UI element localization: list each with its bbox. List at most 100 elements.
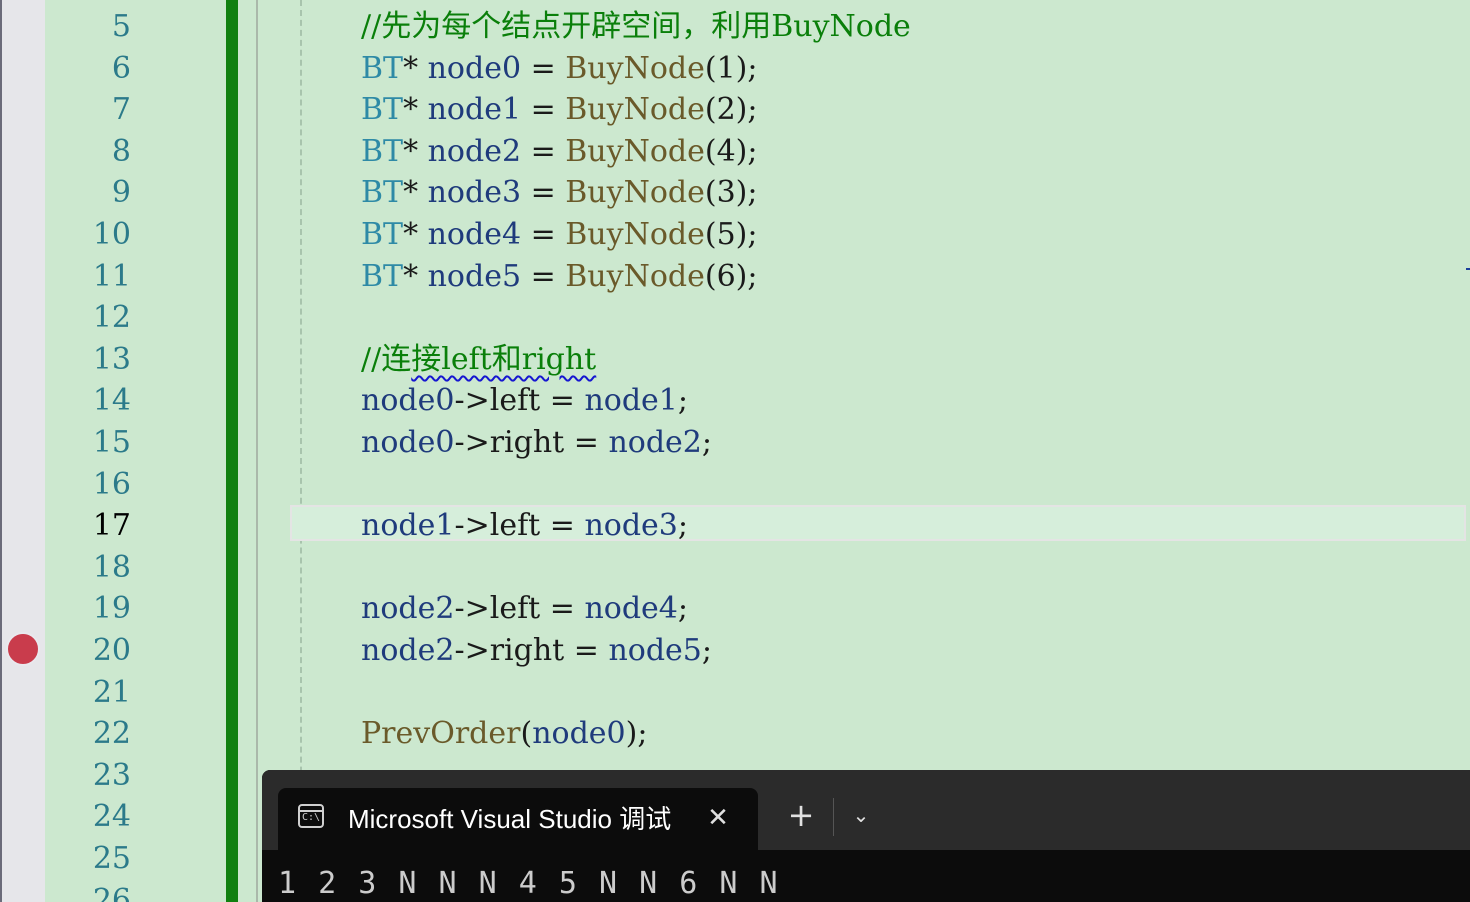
scroll-marker: [1466, 268, 1470, 270]
code-token: ;: [677, 591, 688, 627]
code-token: =: [521, 50, 566, 86]
code-token: =: [521, 92, 566, 128]
code-token: node4: [584, 591, 678, 627]
code-line[interactable]: node0->left = node1;: [361, 380, 688, 422]
line-number: 6: [111, 50, 131, 86]
code-token: BT: [361, 258, 404, 294]
line-number: 13: [92, 341, 131, 377]
terminal-tab-bar: C:\ Microsoft Visual Studio 调试 ✕ + ⌄: [262, 770, 1470, 850]
code-token: left: [489, 508, 541, 544]
code-token: *: [403, 258, 428, 294]
code-token: //先为每个结点开辟空间，利用BuyNode: [361, 9, 911, 44]
code-token: 接left和right: [411, 341, 597, 377]
code-line[interactable]: BT* node1 = BuyNode(2);: [361, 89, 757, 131]
gutter-separator: [256, 0, 258, 902]
code-token: (3);: [704, 175, 758, 211]
code-token: node2: [361, 633, 455, 668]
code-token: BuyNode: [565, 217, 705, 252]
breakpoint-margin[interactable]: [0, 0, 45, 902]
code-token: *: [403, 217, 428, 252]
line-number: 20: [92, 633, 131, 668]
line-number: 12: [92, 300, 131, 336]
code-token: node2: [361, 591, 455, 627]
debug-console-window[interactable]: C:\ Microsoft Visual Studio 调试 ✕ + ⌄ 1 2…: [262, 770, 1470, 902]
cmd-icon-label: C:\: [302, 812, 321, 823]
line-number: 5: [111, 9, 131, 44]
line-number: 24: [92, 799, 131, 835]
code-token: (6);: [704, 258, 758, 294]
code-token: *: [403, 50, 428, 86]
code-token: node1: [427, 92, 522, 128]
code-editor[interactable]: 5 6 7 8 9 10 11 12 13 14 15 16 17 18 19 20 21 22 23 24 25 26 …: [0, 0, 1470, 902]
cmd-icon: C:\: [298, 804, 324, 828]
code-token: );: [625, 716, 648, 752]
code-token: left: [489, 383, 541, 419]
line-number: 9: [111, 175, 131, 211]
code-token: node5: [608, 633, 702, 668]
code-line[interactable]: node0->right = node2;: [361, 422, 712, 464]
code-token: node1: [361, 508, 455, 544]
code-token: BuyNode: [565, 258, 705, 294]
code-token: BT: [361, 217, 404, 252]
code-token: (5);: [704, 217, 758, 252]
code-token: ;: [701, 633, 713, 668]
change-tracking-bar: [226, 0, 238, 902]
line-number: 15: [92, 425, 131, 460]
new-tab-button[interactable]: +: [784, 798, 818, 832]
code-line[interactable]: node1->left = node3;: [361, 505, 688, 547]
code-token: node0: [427, 50, 522, 86]
code-token: =: [521, 175, 566, 211]
code-line[interactable]: BT* node0 = BuyNode(1);: [361, 48, 757, 90]
code-token: ;: [677, 383, 688, 419]
line-number: 17: [92, 508, 131, 544]
code-token: BT: [361, 92, 404, 128]
code-token: =: [564, 633, 609, 668]
code-token: BT: [361, 175, 404, 211]
code-token: node2: [608, 425, 702, 460]
code-token: (2);: [704, 92, 758, 128]
code-token: =: [540, 383, 585, 419]
code-token: node1: [584, 383, 678, 419]
code-token: ->: [454, 508, 490, 544]
code-token: *: [403, 92, 428, 128]
code-line[interactable]: BT* node3 = BuyNode(3);: [361, 172, 757, 214]
line-number: 22: [92, 716, 131, 752]
console-output: 1 2 3 N N N 4 5 N N 6 N N: [278, 866, 780, 901]
line-number: 21: [92, 674, 131, 710]
code-token: BT: [361, 133, 404, 169]
code-token: =: [521, 258, 566, 294]
code-token: node0: [361, 383, 455, 419]
code-token: PrevOrder: [361, 716, 521, 752]
line-number: 11: [92, 258, 131, 294]
code-token: BuyNode: [565, 92, 705, 128]
code-line[interactable]: node2->left = node4;: [361, 588, 688, 630]
code-token: *: [403, 175, 428, 211]
code-token: BuyNode: [565, 50, 705, 86]
code-token: =: [564, 425, 609, 460]
terminal-tab[interactable]: C:\ Microsoft Visual Studio 调试 ✕: [278, 788, 758, 850]
code-token: =: [521, 133, 566, 169]
code-line[interactable]: PrevOrder(node0);: [361, 713, 647, 755]
line-number: 26: [92, 882, 131, 902]
chevron-down-icon[interactable]: ⌄: [846, 800, 876, 830]
code-line[interactable]: node2->right = node5;: [361, 630, 712, 672]
code-token: node5: [427, 258, 522, 294]
code-line[interactable]: //连接left和right: [361, 339, 596, 381]
code-line[interactable]: BT* node2 = BuyNode(4);: [361, 131, 757, 173]
code-line[interactable]: //先为每个结点开辟空间，利用BuyNode: [361, 6, 911, 48]
code-line[interactable]: BT* node4 = BuyNode(5);: [361, 214, 757, 256]
code-token: node2: [427, 133, 522, 169]
code-token: node0: [532, 716, 626, 752]
breakpoint-icon[interactable]: [6, 632, 40, 666]
code-token: ->: [454, 591, 490, 627]
code-token: ;: [701, 425, 713, 460]
code-token: BuyNode: [565, 133, 705, 169]
line-number: 7: [111, 92, 131, 128]
close-icon[interactable]: ✕: [702, 802, 734, 834]
line-number: 14: [92, 383, 131, 419]
code-token: node3: [584, 508, 678, 544]
code-token: (1);: [704, 50, 758, 86]
code-token: =: [540, 591, 585, 627]
code-line[interactable]: BT* node5 = BuyNode(6);: [361, 256, 757, 298]
code-token: //连: [361, 341, 412, 377]
